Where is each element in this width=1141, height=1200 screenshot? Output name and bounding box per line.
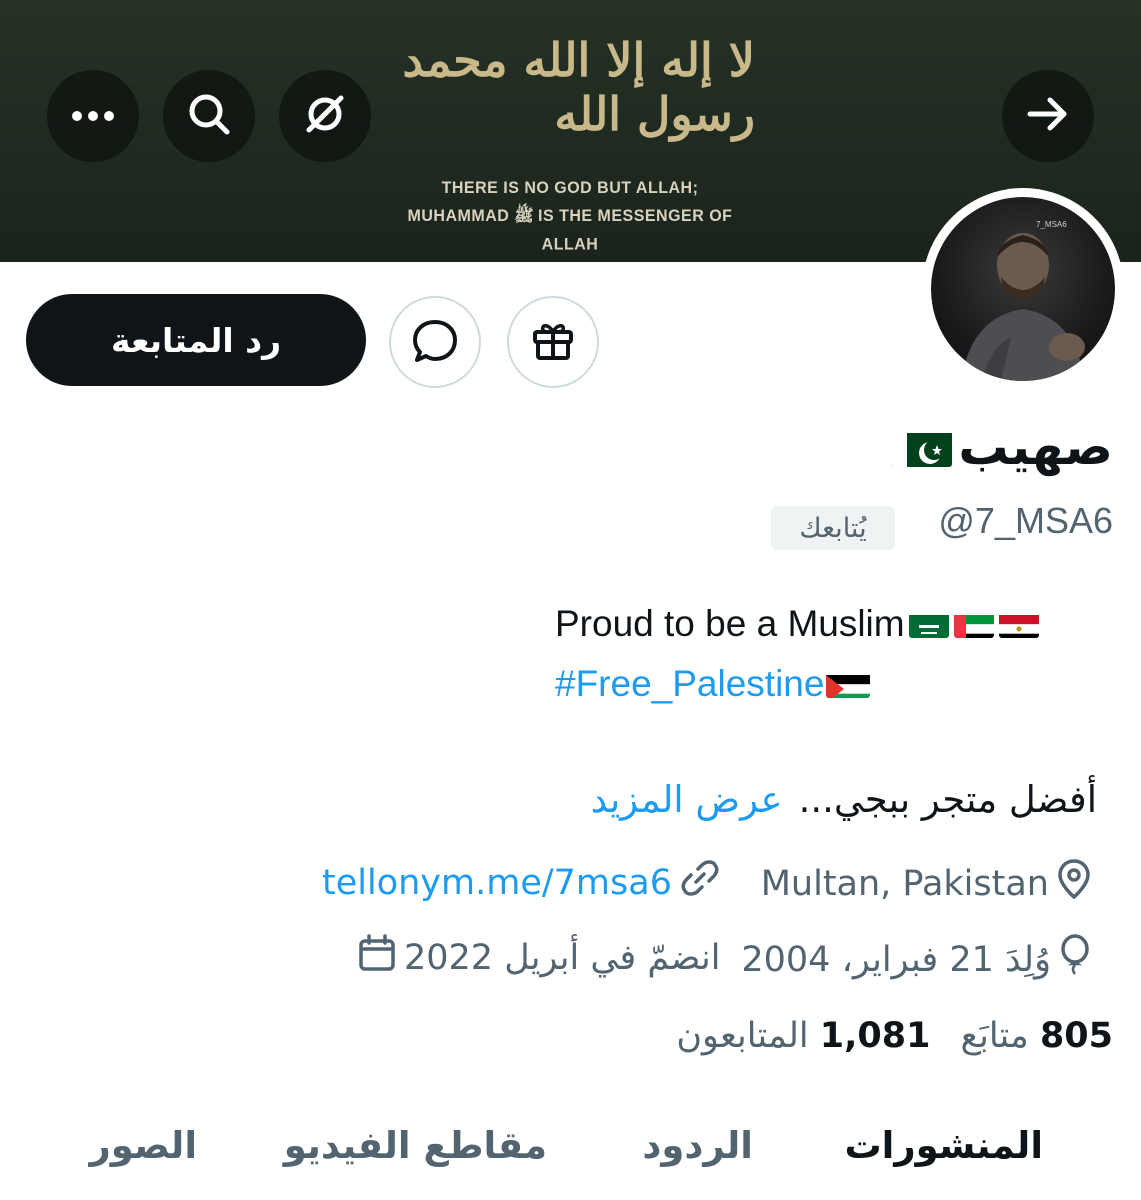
tab-replies[interactable]: الردود [642, 1124, 753, 1167]
location: Multan, Pakistan [761, 858, 1091, 909]
bio-line-1: Proud to be a Muslim [555, 603, 1039, 645]
profile-tabs: المنشورات الردود مقاطع الفيديو الصور [0, 1112, 1141, 1192]
banner-calligraphy: لا إله إلا الله محمد رسول الله [402, 33, 755, 141]
birthday-text: وُلِدَ 21 فبراير، 2004 [741, 939, 1051, 980]
follow-stats: 805 متابَع 1,081 المتابعون [676, 1016, 1113, 1056]
link-icon [680, 858, 720, 907]
egypt-flag-icon [998, 610, 1039, 638]
grok-icon [301, 90, 349, 142]
hashtag-link[interactable]: #Free_Palestine [555, 663, 824, 705]
followers-stat[interactable]: 1,081 المتابعون [676, 1016, 930, 1056]
search-icon [185, 90, 233, 142]
followers-count: 1,081 [819, 1016, 931, 1056]
bio-text: Proud to be a Muslim [555, 603, 905, 644]
show-more-link[interactable]: عرض المزيد [591, 778, 783, 821]
following-label: متابَع [960, 1016, 1029, 1056]
more-icon [71, 107, 115, 126]
birthday: وُلِدَ 21 فبراير، 2004 [741, 934, 1091, 985]
balloon-icon [1059, 934, 1091, 985]
banner-caption: THERE IS NO GOD BUT ALLAH; MUHAMMAD ﷺ IS… [380, 174, 760, 259]
more-button[interactable] [47, 70, 139, 162]
grok-button[interactable] [279, 70, 371, 162]
bio-arabic-text: أفضل متجر ببجي... [798, 778, 1097, 821]
back-button[interactable] [1002, 70, 1094, 162]
location-text: Multan, Pakistan [760, 863, 1049, 904]
message-button[interactable] [389, 296, 481, 388]
calendar-icon [358, 934, 396, 981]
joined-text: انضمّ في أبريل 2022 [404, 937, 721, 978]
search-button[interactable] [163, 70, 255, 162]
uae-flag-icon [953, 610, 994, 638]
follows-you-badge: يُتابعك [771, 506, 895, 550]
arrow-right-icon [1026, 96, 1070, 136]
location-pin-icon [1057, 858, 1091, 909]
website-link[interactable]: tellonym.me/7msa6 [322, 863, 672, 903]
display-name-text: صهيب [958, 418, 1113, 476]
user-handle: @7_MSA6 [938, 500, 1113, 541]
palestine-flag-icon [826, 670, 871, 698]
gift-icon [529, 316, 577, 368]
tab-photos[interactable]: الصور [89, 1124, 197, 1167]
joined-date: انضمّ في أبريل 2022 [358, 934, 721, 981]
bio-line-2: #Free_Palestine [555, 663, 871, 705]
gift-button[interactable] [507, 296, 599, 388]
tab-videos[interactable]: مقاطع الفيديو [284, 1124, 547, 1167]
bio-arabic-line: أفضل متجر ببجي... عرض المزيد [591, 778, 1097, 821]
website[interactable]: tellonym.me/7msa6 [322, 858, 720, 907]
followers-label: المتابعون [676, 1016, 809, 1056]
tab-posts[interactable]: المنشورات [845, 1124, 1044, 1167]
banner-caption-line-2: MUHAMMAD ﷺ IS THE MESSENGER OF ALLAH [407, 207, 733, 254]
follow-back-button[interactable]: رد المتابعة [26, 294, 366, 386]
following-stat[interactable]: 805 متابَع [960, 1016, 1113, 1056]
display-name: صهيب [892, 418, 1113, 476]
following-count: 805 [1039, 1016, 1113, 1056]
saudi-flag-icon [908, 610, 949, 638]
avatar-watermark: 7_MSA6 [1036, 220, 1067, 229]
message-icon [410, 315, 460, 369]
avatar[interactable] [931, 197, 1115, 381]
pakistan-flag-icon [892, 427, 953, 467]
banner-caption-line-1: THERE IS NO GOD BUT ALLAH; [441, 179, 699, 198]
